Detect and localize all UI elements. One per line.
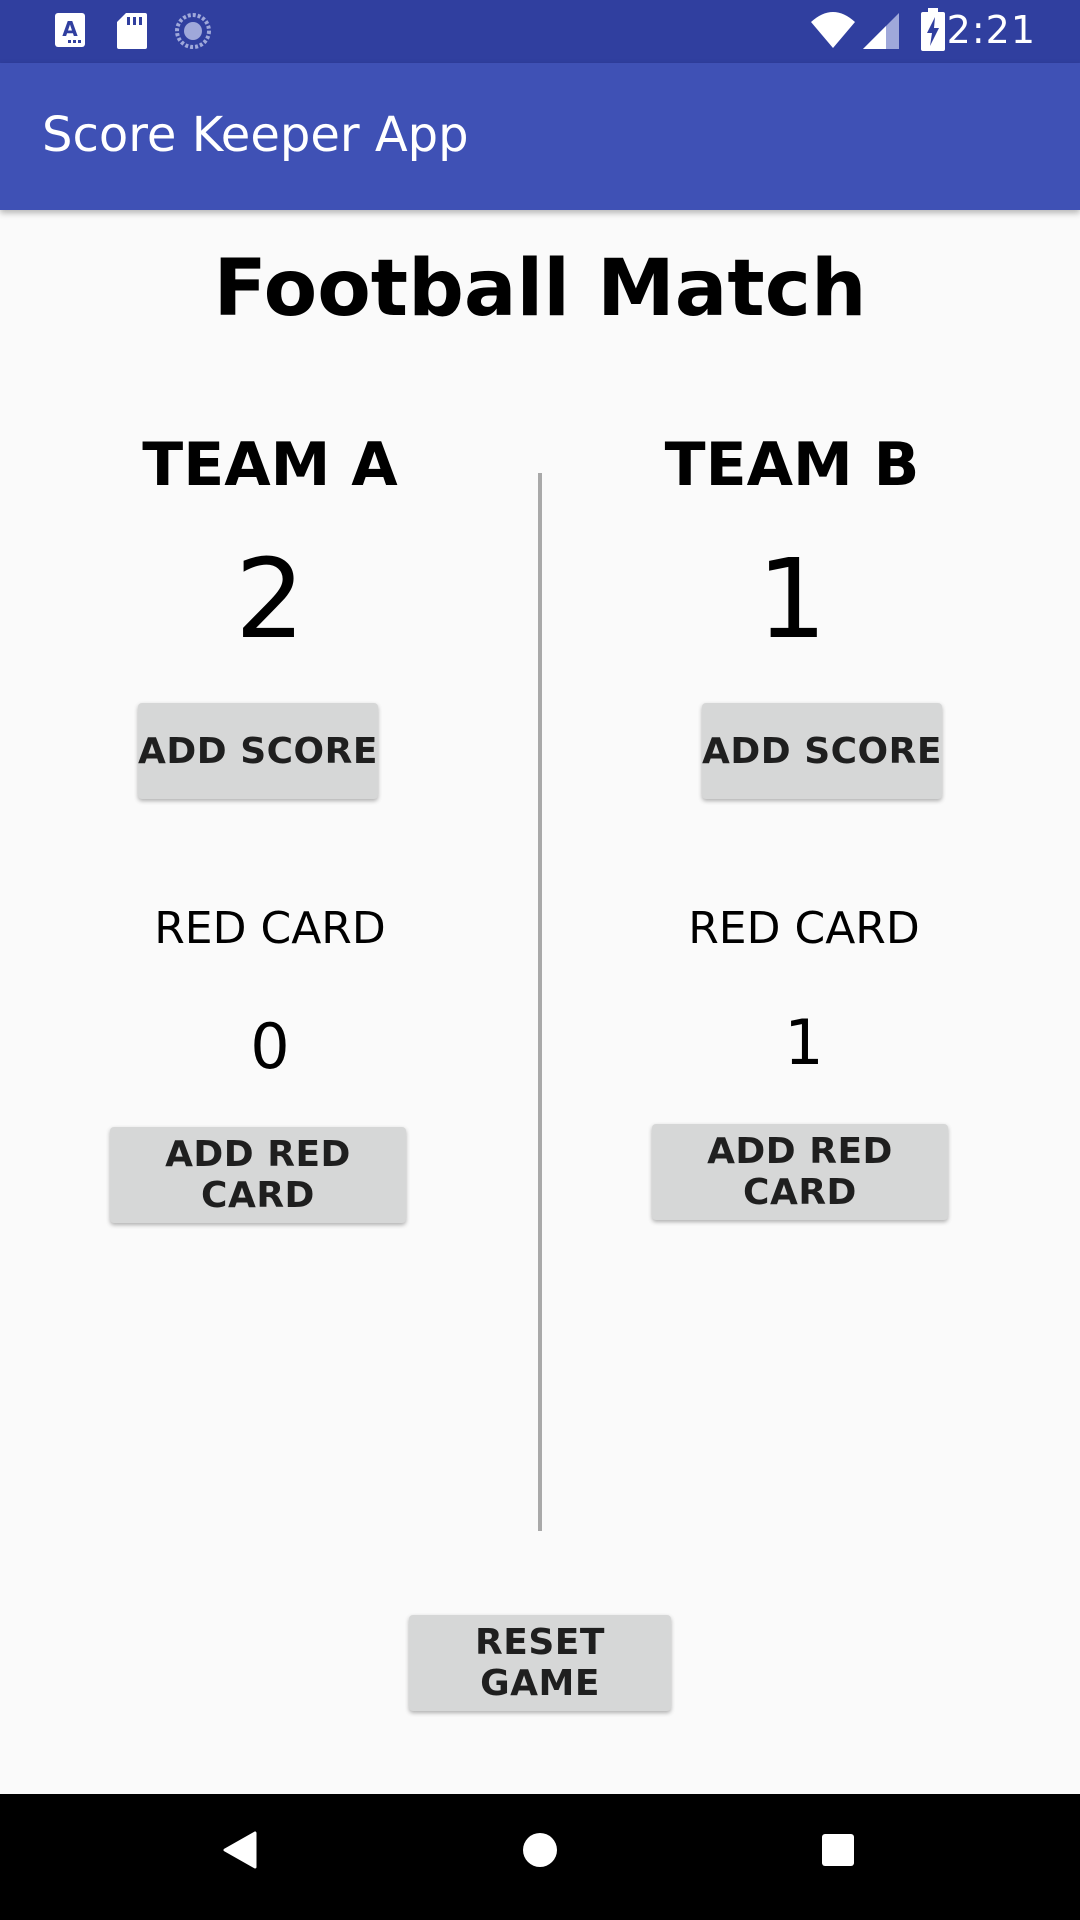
clock: 2:21: [946, 8, 1036, 52]
team-a-red-card-label: RED CARD: [154, 903, 386, 954]
recents-icon[interactable]: [820, 1830, 856, 1874]
navigation-bar: [0, 1794, 1080, 1920]
signal-icon: [862, 12, 900, 54]
team-a-add-red-card-button[interactable]: ADD RED CARD: [110, 1127, 406, 1223]
wifi-icon: [810, 10, 856, 54]
team-b-red-card-count: 1: [784, 1006, 824, 1079]
battery-charging-icon: [920, 8, 946, 56]
sd-card-icon: [116, 12, 148, 54]
team-b-add-score-button[interactable]: ADD SCORE: [702, 703, 942, 799]
team-a-red-card-count: 0: [250, 1010, 290, 1083]
main-content: Football Match TEAM A 2 ADD SCORE RED CA…: [0, 210, 1080, 1794]
app-bar: Score Keeper App: [0, 63, 1080, 210]
sync-icon: [174, 12, 212, 54]
back-icon[interactable]: [222, 1830, 258, 1874]
reset-game-button[interactable]: RESET GAME: [409, 1615, 671, 1711]
status-bar: A 2:21: [0, 0, 1080, 63]
svg-text:A: A: [62, 17, 78, 41]
team-b-score: 1: [757, 535, 827, 663]
team-b-name: TEAM B: [664, 430, 920, 500]
team-a-column: TEAM A 2 ADD SCORE RED CARD 0 ADD RED CA…: [0, 210, 540, 1794]
home-icon[interactable]: [521, 1830, 559, 1874]
team-a-name: TEAM A: [142, 430, 398, 500]
team-b-add-red-card-button[interactable]: ADD RED CARD: [652, 1124, 948, 1220]
font-app-icon: A: [54, 12, 86, 52]
team-b-column: TEAM B 1 ADD SCORE RED CARD 1 ADD RED CA…: [540, 210, 1080, 1794]
team-a-add-score-button[interactable]: ADD SCORE: [138, 703, 378, 799]
app-title: Score Keeper App: [42, 107, 469, 163]
team-a-score: 2: [235, 535, 305, 663]
team-b-red-card-label: RED CARD: [688, 903, 920, 954]
